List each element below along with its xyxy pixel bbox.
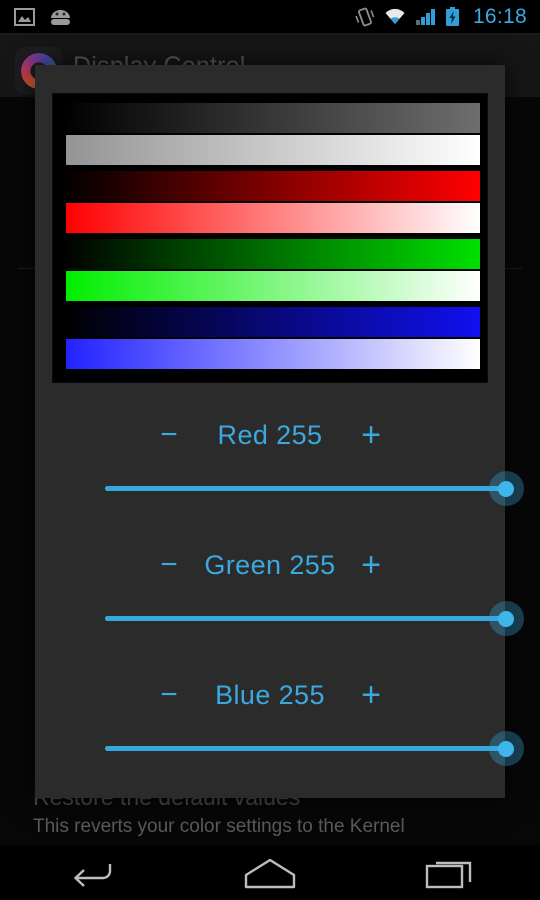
- green-slider-track[interactable]: [105, 616, 505, 621]
- green-value-label: Green 255: [204, 549, 336, 580]
- red-decrement-button[interactable]: −: [143, 420, 195, 450]
- channel-green-row: − Green 255 +: [35, 533, 505, 597]
- gradient-pair-blue: [62, 307, 480, 375]
- color-gradient-preview: [52, 93, 488, 383]
- channel-green: − Green 255 +: [35, 533, 524, 641]
- red-value-label: Red 255: [217, 419, 323, 450]
- red-slider[interactable]: [35, 465, 524, 511]
- restore-defaults-summary: This reverts your color settings to the …: [33, 816, 405, 837]
- back-icon[interactable]: [0, 858, 180, 888]
- gradient-bar-blue-dark: [62, 307, 480, 337]
- gradient-bar-red-light: [66, 203, 480, 233]
- gradient-bar-gray-dark: [62, 103, 480, 133]
- red-slider-thumb-dot: [498, 480, 514, 497]
- color-control-dialog: − Red 255 + − Green 255 + − Blue 255 +: [35, 65, 524, 798]
- green-slider[interactable]: [35, 595, 524, 641]
- status-bar-system-icons: 16:18: [355, 6, 540, 27]
- status-bar: 16:18: [0, 0, 540, 33]
- gradient-bar-green-dark: [62, 239, 480, 269]
- home-icon[interactable]: [180, 857, 360, 889]
- screenshot-icon: [14, 7, 35, 26]
- gradient-pair-red: [62, 171, 480, 239]
- channel-red-row: − Red 255 +: [35, 403, 505, 467]
- blue-slider-thumb-dot: [498, 740, 514, 757]
- navigation-bar: [0, 845, 540, 900]
- red-slider-thumb[interactable]: [488, 471, 524, 506]
- channel-red: − Red 255 +: [35, 403, 524, 511]
- green-slider-thumb-dot: [498, 610, 514, 627]
- gradient-bar-red-dark: [62, 171, 480, 201]
- android-head-icon: [49, 8, 72, 26]
- gradient-pair-green: [62, 239, 480, 307]
- gradient-pair-gray: [62, 103, 480, 171]
- channel-blue: − Blue 255 +: [35, 663, 524, 771]
- blue-slider-thumb[interactable]: [488, 731, 524, 766]
- green-increment-button[interactable]: +: [345, 548, 397, 582]
- channel-blue-row: − Blue 255 +: [35, 663, 505, 727]
- green-decrement-button[interactable]: −: [143, 550, 195, 580]
- android-screen: Display Control Restore the default valu…: [0, 0, 540, 900]
- blue-slider-track[interactable]: [105, 746, 505, 751]
- red-slider-fill: [105, 486, 505, 491]
- vibrate-icon: [355, 7, 375, 27]
- blue-slider[interactable]: [35, 725, 524, 771]
- status-bar-notifications: [0, 7, 72, 26]
- blue-decrement-button[interactable]: −: [143, 680, 195, 710]
- gradient-bars: [62, 103, 480, 375]
- recents-icon[interactable]: [360, 857, 540, 889]
- green-slider-fill: [105, 616, 505, 621]
- gradient-bar-gray-light: [66, 135, 480, 165]
- status-bar-clock: 16:18: [472, 5, 527, 28]
- red-increment-button[interactable]: +: [345, 418, 397, 452]
- gradient-bar-green-light: [66, 271, 480, 301]
- red-slider-track[interactable]: [105, 486, 505, 491]
- green-slider-thumb[interactable]: [488, 601, 524, 636]
- signal-icon: [415, 8, 436, 26]
- battery-charging-icon: [445, 6, 460, 27]
- status-bar-divider: [0, 33, 540, 35]
- blue-slider-fill: [105, 746, 505, 751]
- blue-increment-button[interactable]: +: [345, 678, 397, 712]
- wifi-icon: [384, 8, 406, 26]
- gradient-bar-blue-light: [66, 339, 480, 369]
- blue-value-label: Blue 255: [215, 679, 325, 710]
